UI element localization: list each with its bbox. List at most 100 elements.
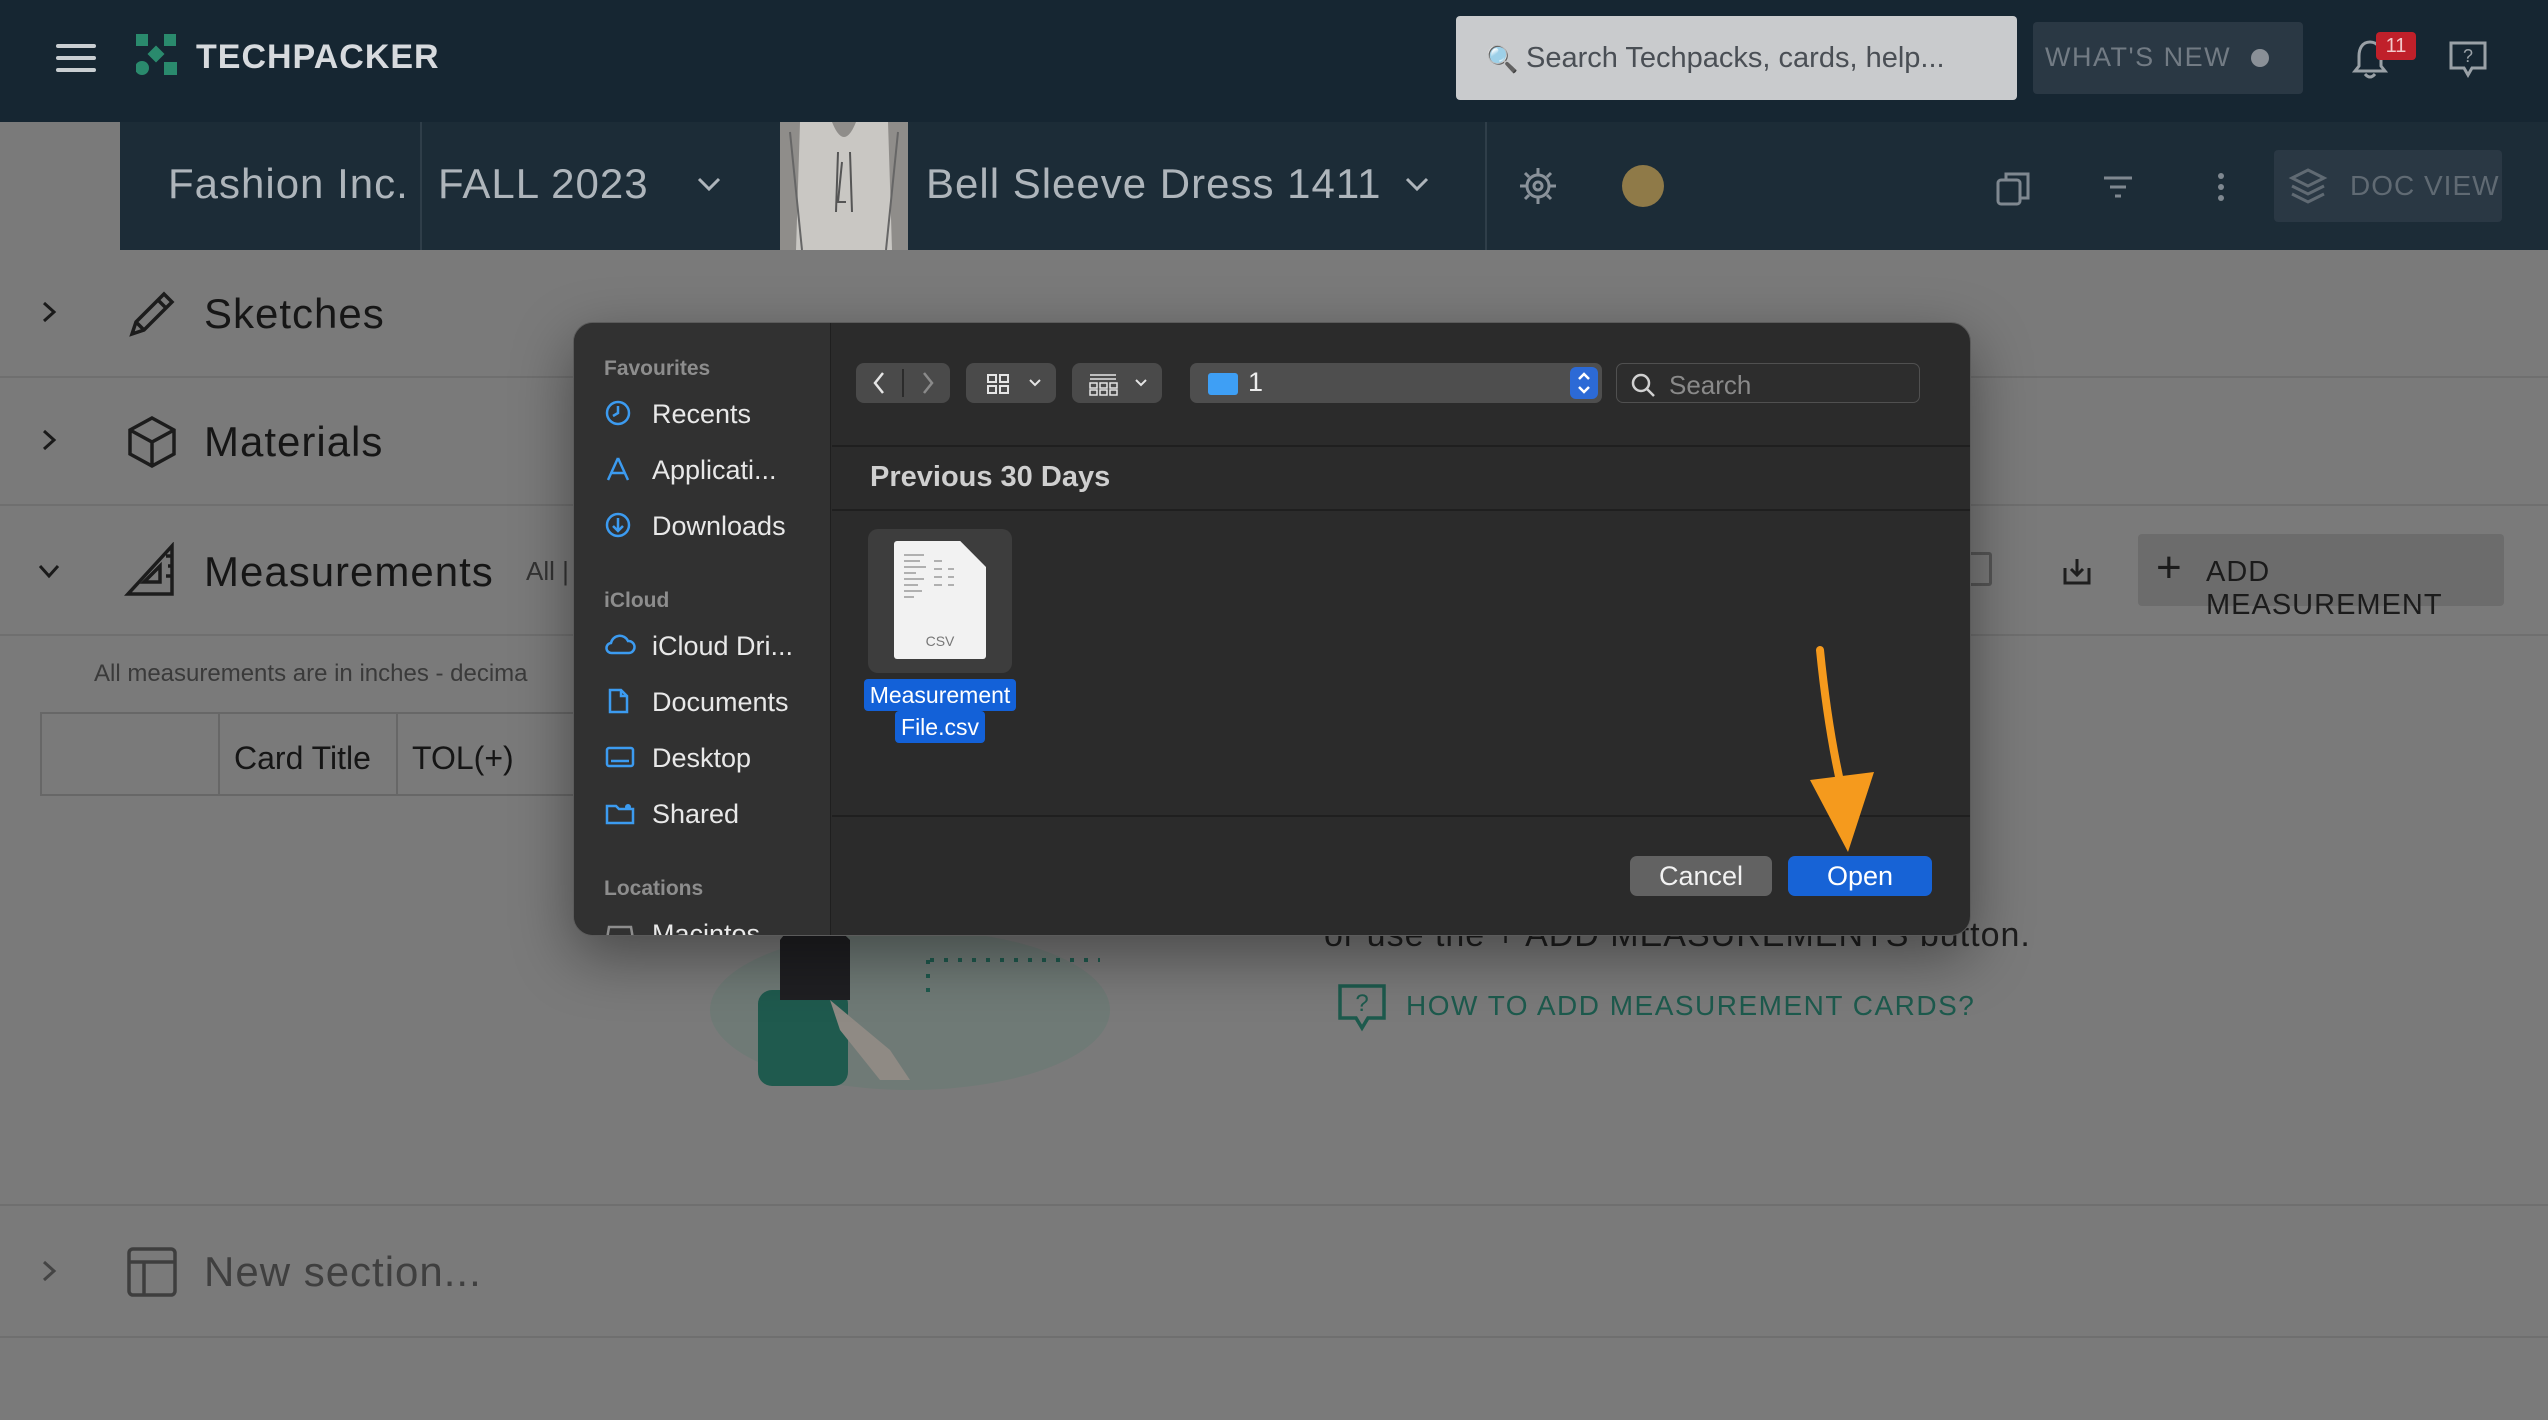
current-folder-label: 1 (1248, 367, 1264, 397)
techpacker-logo-icon (136, 34, 177, 75)
sidebar-item-documents[interactable]: Documents (604, 681, 824, 721)
whats-new-label: WHAT'S NEW (2045, 42, 2232, 72)
sidebar-item-shared[interactable]: Shared (604, 793, 824, 833)
section-title: Measurements (204, 548, 494, 595)
layers-icon (2288, 168, 2328, 204)
dialog-sidebar: Favourites Recents Applicati... Download… (574, 323, 831, 935)
file-name-label[interactable]: Measurement File.csv (856, 679, 1024, 743)
applications-icon (606, 457, 630, 481)
section-new[interactable]: New section... (0, 1204, 2548, 1338)
plus-icon: + (2156, 543, 2182, 592)
file-item-measurement-csv[interactable]: CSV (868, 529, 1012, 673)
open-button[interactable]: Open (1788, 856, 1932, 896)
group-heading: Previous 30 Days (870, 461, 1111, 493)
how-to-label: HOW TO ADD MEASUREMENT CARDS? (1406, 990, 1976, 1021)
whats-new-dot (2251, 49, 2269, 67)
menu-icon[interactable] (56, 44, 96, 74)
sidebar-heading: iCloud (604, 589, 670, 612)
open-file-dialog: Favourites Recents Applicati... Download… (573, 322, 1971, 936)
up-down-chevron-icon (1570, 367, 1598, 399)
gear-icon[interactable] (1518, 166, 1558, 206)
add-measurement-button[interactable]: + ADD MEASUREMENT (2138, 534, 2504, 621)
sidebar-item-label: Desktop (652, 743, 752, 773)
measurements-filter[interactable]: All | (526, 556, 569, 587)
whats-new-button[interactable]: WHAT'S NEW (2033, 22, 2303, 94)
copy-icon[interactable] (1994, 168, 2034, 208)
chevron-right-icon[interactable] (38, 429, 60, 451)
sidebar-item-label: Shared (652, 799, 740, 829)
column-header[interactable]: TOL(+) (396, 714, 596, 794)
doc-view-label: DOC VIEW (2350, 170, 2500, 201)
back-forward-control (856, 363, 950, 403)
search-placeholder: Search (1669, 370, 1752, 400)
back-forward-icons[interactable] (856, 363, 950, 403)
measurement-table-header: Card Title TOL(+) (40, 712, 600, 796)
sidebar-item-downloads[interactable]: Downloads (604, 505, 824, 545)
grid-view-icon (987, 374, 1041, 394)
status-indicator[interactable] (1622, 165, 1664, 207)
chevron-right-icon[interactable] (38, 1260, 60, 1282)
search-placeholder: Search Techpacks, cards, help... (1526, 42, 1945, 74)
group-icon (1089, 374, 1147, 396)
sidebar-item-desktop[interactable]: Desktop (604, 737, 824, 777)
logo-text: TECHPACKER (196, 38, 440, 76)
divider (1485, 122, 1487, 250)
column-header[interactable]: Card Title (218, 714, 396, 794)
divider (420, 122, 422, 250)
product-thumbnail[interactable] (780, 122, 908, 250)
sidebar-heading: Favourites (604, 357, 711, 380)
help-chat-icon[interactable]: ? (2448, 40, 2488, 78)
season-selector[interactable]: FALL 2023 (438, 160, 649, 208)
layout-icon (127, 1247, 177, 1297)
group-by-button[interactable] (1072, 363, 1162, 403)
chevron-down-icon[interactable] (38, 560, 60, 582)
sidebar-item-recents[interactable]: Recents (604, 393, 824, 433)
filter-icon[interactable] (2102, 174, 2134, 200)
top-navigation-bar: TECHPACKER 🔍 Search Techpacks, cards, he… (0, 0, 2548, 122)
cancel-button[interactable]: Cancel (1630, 856, 1772, 896)
chevron-right-icon[interactable] (38, 301, 60, 323)
more-options-icon[interactable] (2216, 172, 2226, 202)
how-to-link[interactable]: ? HOW TO ADD MEASUREMENT CARDS? (1336, 982, 1974, 1037)
csv-file-icon: CSV (894, 541, 986, 659)
sidebar-item-applications[interactable]: Applicati... (604, 449, 824, 489)
cube-icon (128, 416, 176, 468)
disk-icon (606, 925, 634, 935)
search-icon: 🔍 (1486, 44, 1519, 74)
help-chat-icon: ? (1338, 984, 1386, 1032)
view-mode-button[interactable] (966, 363, 1056, 403)
sidebar-item-icloud-drive[interactable]: iCloud Dri... (604, 625, 824, 665)
sidebar-item-label: Downloads (652, 511, 786, 541)
sidebar-item-macintosh-hd[interactable]: Macintos... (604, 913, 824, 935)
new-section-input: New section... (204, 1248, 482, 1295)
folder-path-select[interactable]: 1 (1190, 363, 1602, 403)
dialog-search-input[interactable]: Search (1616, 363, 1920, 403)
chevron-down-icon[interactable] (696, 176, 722, 194)
sidebar-item-label: Documents (652, 687, 789, 717)
divider (832, 445, 1970, 447)
desktop-icon (605, 746, 635, 768)
file-name-line: Measurement (863, 679, 1017, 711)
file-extension-label: CSV (925, 633, 955, 649)
sidebar-heading: Locations (604, 877, 704, 900)
global-search-input[interactable]: 🔍 Search Techpacks, cards, help... (1456, 16, 2017, 100)
clock-icon (605, 400, 631, 426)
cloud-icon (605, 634, 636, 655)
folder-icon (1208, 373, 1238, 395)
notification-badge: 11 (2376, 32, 2416, 60)
units-note: All measurements are in inches - decima (94, 660, 528, 687)
product-selector[interactable]: Bell Sleeve Dress 1411 (926, 160, 1381, 208)
pencil-icon (129, 291, 175, 337)
chevron-down-icon[interactable] (1404, 176, 1430, 194)
add-measurement-label: ADD MEASUREMENT (2206, 556, 2443, 621)
annotation-arrow-icon (1810, 646, 1874, 852)
dress-sketch-image (780, 122, 908, 250)
download-icon[interactable] (2062, 556, 2092, 586)
section-title: Sketches (204, 290, 385, 337)
organization-name[interactable]: Fashion Inc. (168, 160, 409, 208)
download-circle-icon (605, 512, 631, 538)
svg-text:?: ? (2463, 46, 2473, 66)
sidebar-item-label: Recents (652, 399, 752, 429)
doc-view-button[interactable]: DOC VIEW (2274, 150, 2502, 222)
file-name-line: File.csv (895, 711, 985, 743)
